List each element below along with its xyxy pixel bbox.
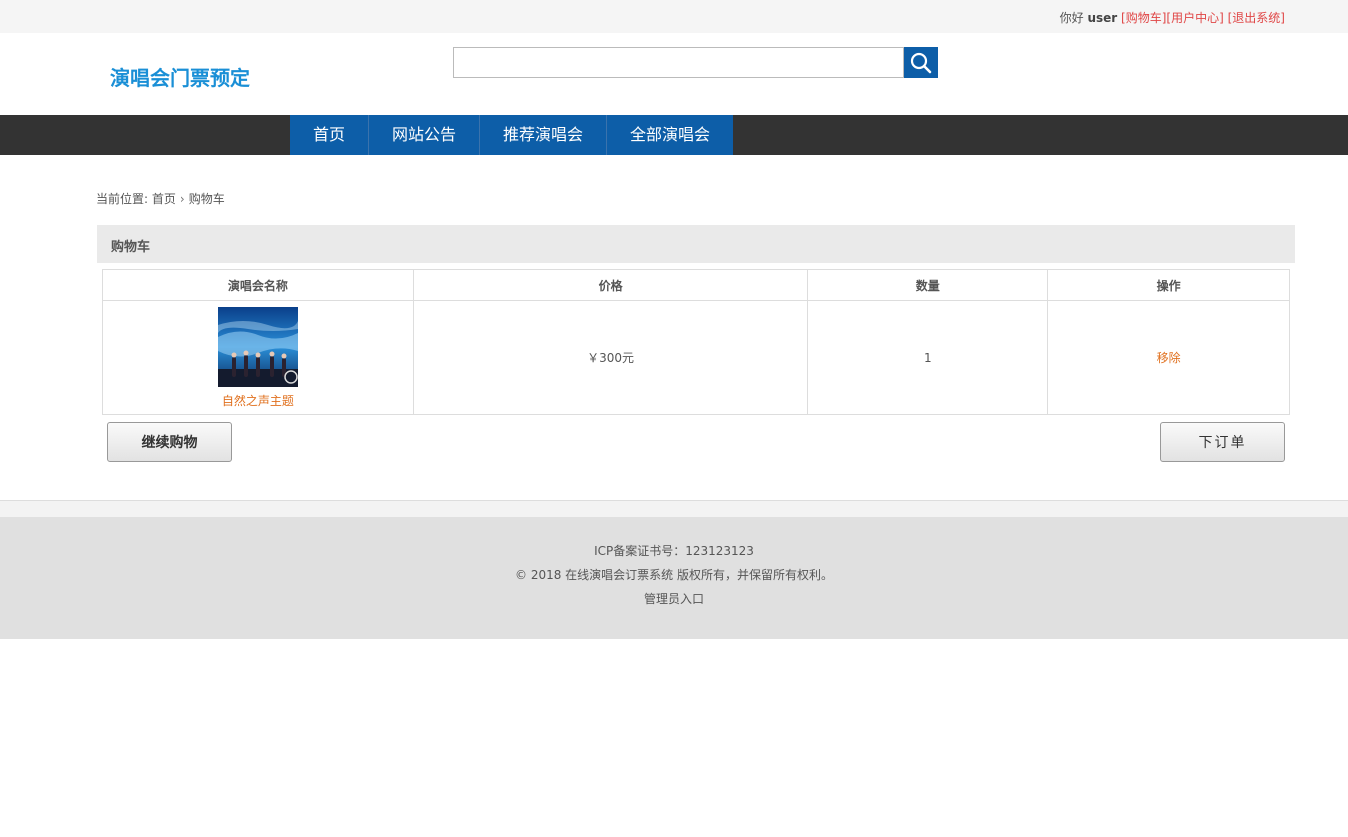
footer-strip bbox=[0, 501, 1348, 517]
breadcrumb-current: 购物车 bbox=[188, 192, 225, 206]
nav-item-announcements[interactable]: 网站公告 bbox=[369, 115, 481, 155]
breadcrumb-home[interactable]: 首页 bbox=[152, 192, 176, 206]
cart-table: 演唱会名称 价格 数量 操作 自然之声主题 ￥300元 1 移除 bbox=[102, 269, 1290, 415]
username: user bbox=[1087, 11, 1118, 25]
column-header-quantity: 数量 bbox=[807, 269, 1049, 301]
place-order-button[interactable]: 下订单 bbox=[1160, 422, 1285, 462]
nav-item-home[interactable]: 首页 bbox=[290, 115, 370, 155]
main-nav: 首页 网站公告 推荐演唱会 全部演唱会 bbox=[0, 115, 1348, 155]
remove-link[interactable]: 移除 bbox=[1157, 351, 1181, 365]
breadcrumb-prefix: 当前位置: bbox=[96, 192, 149, 206]
nav-item-all-concerts[interactable]: 全部演唱会 bbox=[607, 115, 733, 155]
chevron-right-icon: › bbox=[179, 192, 185, 206]
cell-action: 移除 bbox=[1047, 300, 1290, 415]
site-logo[interactable]: 演唱会门票预定 bbox=[110, 62, 250, 91]
icp-text: ICP备案证书号：123123123 bbox=[594, 544, 754, 558]
column-header-price: 价格 bbox=[412, 269, 809, 301]
cell-price: ￥300元 bbox=[412, 300, 809, 415]
panel-title: 购物车 bbox=[111, 240, 151, 255]
column-header-name: 演唱会名称 bbox=[102, 269, 414, 301]
continue-shopping-button[interactable]: 继续购物 bbox=[107, 422, 232, 462]
cart-panel-header: 购物车 bbox=[97, 225, 1295, 263]
breadcrumb: 当前位置: 首页 › 购物车 bbox=[96, 190, 225, 207]
nav-item-recommended-concerts[interactable]: 推荐演唱会 bbox=[480, 115, 608, 155]
concert-thumbnail[interactable] bbox=[217, 306, 298, 387]
copyright-text: © 2018 在线演唱会订票系统 版权所有，并保留所有权利。 bbox=[515, 568, 833, 582]
admin-entry-link[interactable]: 管理员入口 bbox=[644, 592, 704, 606]
greeting-text: 你好 bbox=[1059, 11, 1084, 25]
admin-line: 管理员入口 bbox=[0, 590, 1348, 607]
user-center-link[interactable]: [用户中心] bbox=[1166, 11, 1223, 25]
table-header-row: 演唱会名称 价格 数量 操作 bbox=[102, 269, 1290, 301]
concert-name-link[interactable]: 自然之声主题 bbox=[104, 392, 412, 409]
column-header-action: 操作 bbox=[1047, 269, 1290, 301]
search-input[interactable] bbox=[453, 47, 904, 78]
table-row: 自然之声主题 ￥300元 1 移除 bbox=[102, 300, 1290, 415]
footer: ICP备案证书号：123123123 © 2018 在线演唱会订票系统 版权所有… bbox=[0, 517, 1348, 639]
search-icon bbox=[910, 52, 932, 74]
logout-link[interactable]: [退出系统] bbox=[1228, 11, 1285, 25]
top-bar: 你好 user [购物车][用户中心] [退出系统] bbox=[0, 0, 1348, 33]
user-info: 你好 user [购物车][用户中心] [退出系统] bbox=[1060, 9, 1285, 26]
cell-quantity: 1 bbox=[807, 300, 1049, 415]
search-button[interactable] bbox=[904, 47, 938, 78]
cell-concert: 自然之声主题 bbox=[102, 300, 414, 415]
cart-link[interactable]: [购物车] bbox=[1121, 11, 1166, 25]
